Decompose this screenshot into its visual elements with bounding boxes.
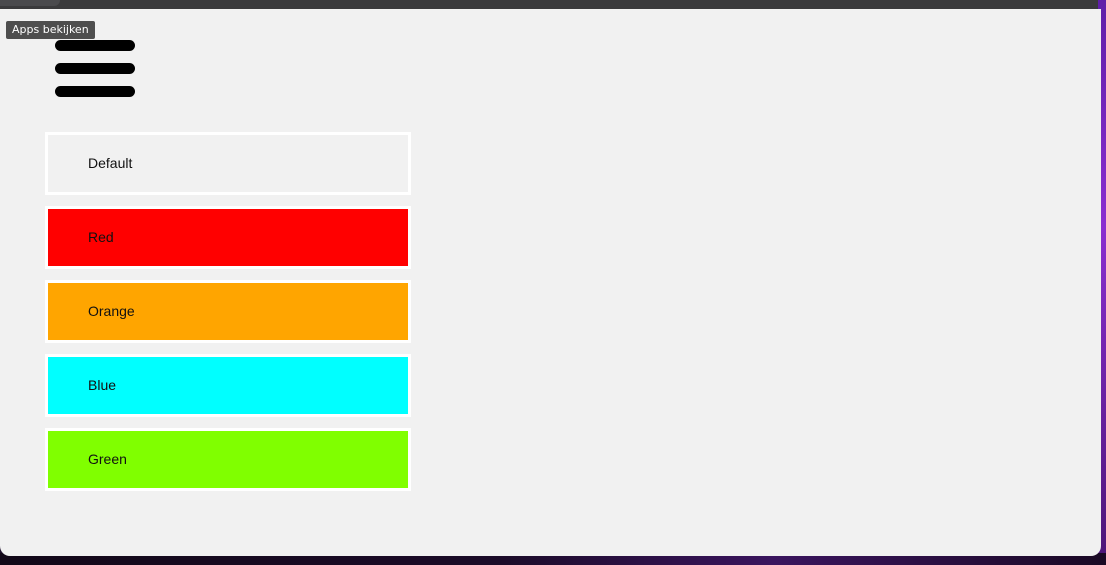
tooltip-apps: Apps bekijken [6, 21, 95, 39]
color-option-orange[interactable]: Orange [45, 280, 411, 343]
color-option-label: Red [88, 229, 114, 245]
color-option-blue[interactable]: Blue [45, 354, 411, 417]
hamburger-line-bottom [55, 86, 135, 97]
color-option-green[interactable]: Green [45, 428, 411, 491]
hamburger-line-top [55, 40, 135, 51]
color-option-list: Default Red Orange Blue Green [45, 132, 411, 502]
color-option-label: Green [88, 451, 127, 467]
hamburger-line-middle [55, 63, 135, 74]
page-viewport: Default Red Orange Blue Green [0, 9, 1101, 556]
hamburger-menu-icon[interactable] [55, 40, 135, 97]
color-option-label: Blue [88, 377, 117, 393]
color-option-label: Orange [88, 303, 135, 319]
browser-top-bar [0, 0, 1106, 9]
color-option-default[interactable]: Default [45, 132, 411, 195]
browser-tab[interactable] [0, 0, 60, 6]
color-option-red[interactable]: Red [45, 206, 411, 269]
color-option-label: Default [88, 155, 133, 171]
